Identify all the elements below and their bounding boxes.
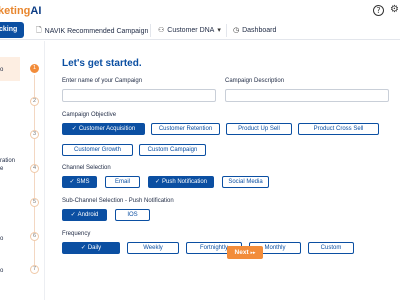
objective-custom-campaign[interactable]: Custom Campaign [139,144,206,156]
step-1-indicator[interactable]: 1 [30,64,39,73]
step-5-indicator[interactable]: 5 [30,198,39,207]
next-button[interactable]: Next ▸▸ [227,246,263,259]
channel-social-media[interactable]: Social Media [222,176,269,188]
channel-email[interactable]: Email [105,176,140,188]
frequency-daily[interactable]: ✓ Daily [62,242,120,254]
frequency-label: Frequency [62,231,91,237]
gear-icon[interactable]: ⚙ [389,5,400,16]
channel-push-notification[interactable]: ✓ Push Notification [148,176,214,188]
frequency-custom[interactable]: Custom [308,242,354,254]
step-3-indicator[interactable]: 3 [30,130,39,139]
dashboard-icon: ◷ [233,26,240,34]
objective-customer-growth[interactable]: Customer Growth [62,144,133,156]
check-icon: ✓ [154,178,160,185]
nav-label: Dashboard [242,26,277,34]
frequency-weekly[interactable]: Weekly [127,242,179,254]
check-icon: ✓ [80,244,86,251]
sidebar-step-label[interactable]: o [0,67,3,73]
sidebar-step-label[interactable]: e [0,166,3,172]
nav-customer-dna[interactable]: ⚇ Customer DNA ▾ [158,26,221,34]
help-icon[interactable]: ? [373,5,384,16]
sidebar-step-label[interactable]: o [0,236,3,242]
subchannel-ios[interactable]: IOS [115,209,150,221]
channel-selection-label: Channel Selection [62,165,111,171]
step-sidebar: o ration e o o 1 2 3 4 5 6 7 [0,41,45,300]
sub-channel-label: Sub-Channel Selection - Push Notificatio… [62,198,174,204]
nav-label: NAVIK Recommended Campaign [44,28,149,35]
nav-dashboard[interactable]: ◷ Dashboard [233,26,276,34]
campaign-objective-label: Campaign Objective [62,112,117,118]
step-2-indicator[interactable]: 2 [30,97,39,106]
nav-divider [226,24,227,37]
nav-campaign-tracking[interactable]: cking [0,22,24,38]
check-icon: ✓ [71,125,77,132]
sidebar-step-label[interactable]: ration [0,158,15,164]
check-icon: ✓ [69,178,75,185]
objective-product-up-sell[interactable]: Product Up Sell [226,123,292,135]
campaign-description-input[interactable] [225,89,389,102]
nav-label: Customer DNA [167,26,215,34]
objective-product-cross-sell[interactable]: Product Cross Sell [298,123,379,135]
chevron-down-icon: ▾ [217,26,221,34]
top-bar: ketingAI ? ⚙ [0,0,400,22]
document-icon: 🗋 [36,26,42,34]
nav-divider [150,24,151,37]
objective-customer-acquisition[interactable]: ✓ Customer Acquisition [62,123,145,135]
objective-customer-retention[interactable]: Customer Retention [151,123,220,135]
campaign-description-label: Campaign Description [225,78,285,84]
check-icon: ✓ [70,211,76,218]
channel-sms[interactable]: ✓ SMS [62,176,97,188]
top-navigation: cking 🗋 NAVIK Recommended Campaign ⚇ Cus… [0,22,400,40]
app-logo[interactable]: ketingAI [0,5,41,17]
users-icon: ⚇ [158,26,165,34]
sidebar-step-label[interactable]: o [0,268,3,274]
nav-navik-recommended-campaign[interactable]: 🗋 NAVIK Recommended Campaign [36,26,148,37]
page-title: Let's get started. [62,58,142,69]
campaign-name-label: Enter name of your Campaign [62,78,143,84]
step-6-indicator[interactable]: 6 [30,232,39,241]
step-7-indicator[interactable]: 7 [30,265,39,274]
campaign-name-input[interactable] [62,89,216,102]
next-button-label: Next [234,249,249,256]
subchannel-android[interactable]: ✓ Android [62,209,107,221]
double-chevron-right-icon: ▸▸ [250,250,256,256]
step-4-indicator[interactable]: 4 [30,164,39,173]
